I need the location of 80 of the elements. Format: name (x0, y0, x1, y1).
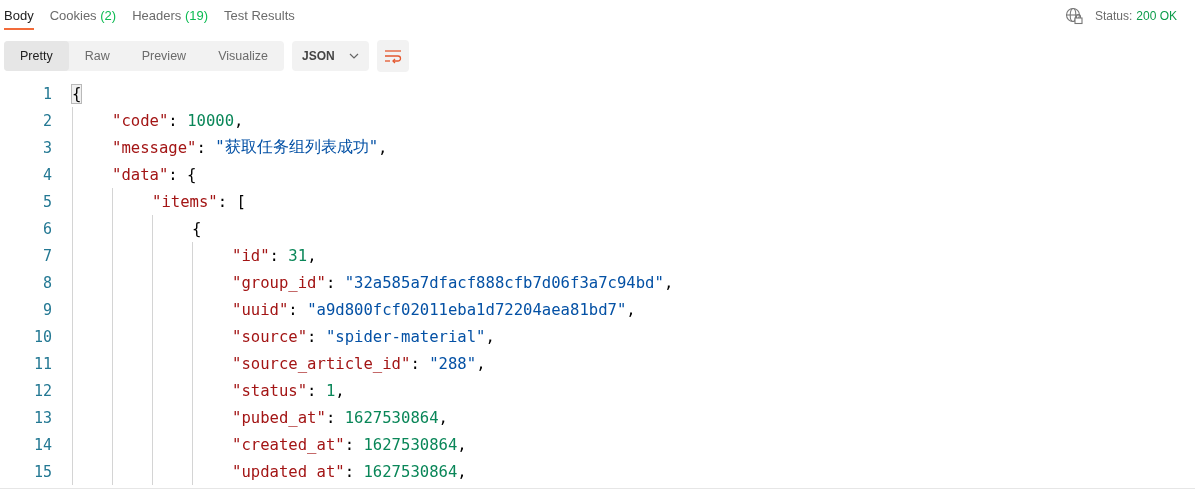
line-number: 10 (32, 327, 52, 346)
json-key: "id" (232, 246, 270, 265)
punctuation: , (626, 300, 636, 319)
json-key: "pubed_at" (232, 408, 326, 427)
line-number: 11 (32, 354, 52, 373)
view-mode-tab[interactable]: Raw (68, 41, 126, 71)
string-value: "获取任务组列表成功" (215, 137, 379, 158)
json-key: "updated at" (232, 462, 345, 481)
matched-bracket: { (72, 84, 82, 103)
json-key: "data" (112, 165, 169, 184)
line-number: 5 (41, 192, 52, 211)
punctuation: { (192, 219, 202, 238)
punctuation: : (307, 381, 318, 400)
number-value: 10000 (187, 111, 235, 130)
response-tab[interactable]: Body (4, 0, 34, 30)
caret-icon (348, 53, 359, 59)
globe-lock-icon (1064, 7, 1083, 25)
line-number: 2 (41, 111, 52, 130)
punctuation: , (485, 327, 495, 346)
response-tab[interactable]: Headers (19) (132, 0, 208, 30)
punctuation: : (410, 354, 421, 373)
number-value: 31 (288, 246, 308, 265)
json-key: "status" (232, 381, 308, 400)
punctuation: , (476, 354, 486, 373)
json-key: "items" (152, 192, 218, 211)
punctuation: : (168, 111, 179, 130)
line-number: 1 (41, 84, 52, 103)
punctuation: , (378, 138, 388, 157)
punctuation: : (307, 327, 318, 346)
line-number: 4 (41, 165, 52, 184)
punctuation: , (438, 408, 448, 427)
string-value: "a9d800fcf02011eba1d72204aea81bd7" (307, 300, 627, 319)
json-key: "code" (112, 111, 169, 130)
punctuation: , (457, 462, 467, 481)
punctuation: : (196, 138, 207, 157)
json-key: "group_id" (232, 273, 326, 292)
line-number: 14 (32, 435, 52, 454)
punctuation: , (335, 381, 345, 400)
number-value: 1627530864 (363, 435, 458, 454)
line-number: 9 (41, 300, 52, 319)
response-tab[interactable]: Test Results (224, 0, 295, 30)
line-number: 3 (41, 138, 52, 157)
json-key: "source_article_id" (232, 354, 411, 373)
line-number: 8 (41, 273, 52, 292)
punctuation: , (307, 246, 317, 265)
json-key: "created_at" (232, 435, 345, 454)
punctuation: : [ (217, 192, 246, 211)
wrap-lines-button[interactable] (376, 40, 409, 72)
status-label: Status: (1094, 9, 1133, 23)
punctuation: , (457, 435, 467, 454)
number-value: 1627530864 (363, 462, 458, 481)
json-key: "uuid" (232, 300, 289, 319)
number-value: 1627530864 (344, 408, 439, 427)
view-mode-tab[interactable]: Preview (125, 41, 203, 71)
punctuation: , (234, 111, 244, 130)
line-number: 13 (32, 408, 52, 427)
view-mode-tab[interactable]: Visualize (202, 41, 284, 71)
punctuation: : { (168, 165, 197, 184)
string-value: "288" (429, 354, 477, 373)
line-number: 15 (32, 462, 52, 481)
line-number: 12 (32, 381, 52, 400)
string-value: "spider-material" (325, 327, 486, 346)
json-key: "message" (112, 138, 197, 157)
line-number: 7 (41, 246, 52, 265)
format-dropdown[interactable]: JSON (291, 41, 369, 71)
punctuation: : (344, 462, 356, 481)
punctuation: , (663, 273, 674, 292)
punctuation: : (325, 273, 337, 292)
wrap-icon (383, 48, 402, 64)
punctuation: : (269, 246, 280, 265)
line-number: 6 (41, 219, 52, 238)
punctuation: : (288, 300, 299, 319)
status-code: 200 OK (1136, 9, 1177, 23)
string-value: "32a585a7dfacf888cfb7d06f3a7c94bd" (344, 273, 664, 292)
punctuation: : (325, 408, 337, 427)
json-key: "source" (232, 327, 308, 346)
response-tab[interactable]: Cookies (2) (49, 0, 117, 30)
view-mode-tab[interactable]: Pretty (4, 41, 69, 71)
number-value: 1 (325, 381, 336, 400)
punctuation: : (344, 435, 356, 454)
